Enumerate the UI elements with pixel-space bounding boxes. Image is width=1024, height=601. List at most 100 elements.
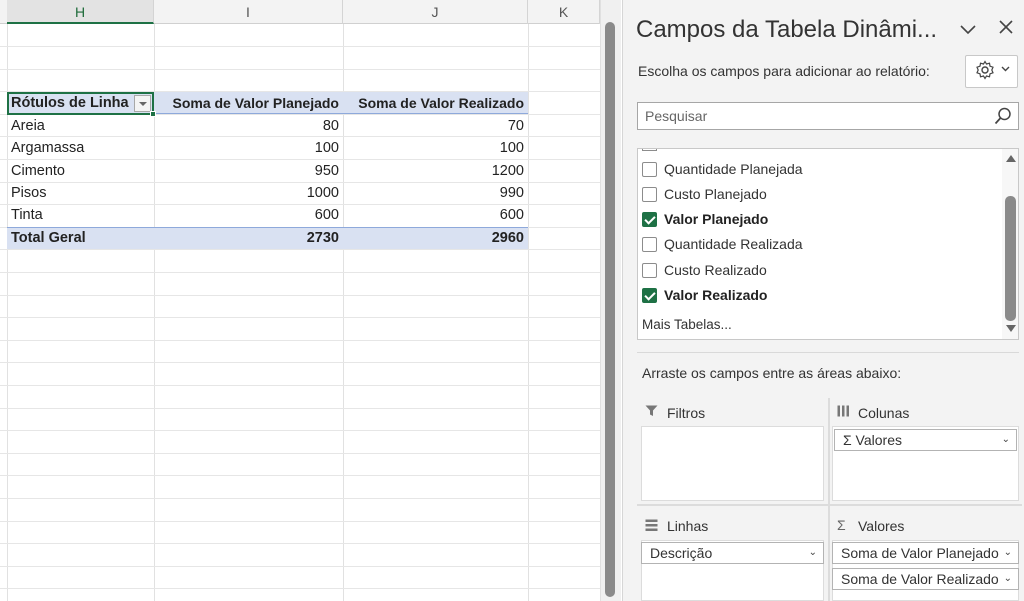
field-checkbox[interactable] [642, 162, 657, 177]
pivot-cell-planejado[interactable]: 100 [154, 137, 343, 159]
pill-label: Soma de Valor Planejado [841, 545, 999, 561]
search-icon[interactable] [994, 107, 1012, 125]
sigma-icon: Σ [837, 517, 846, 533]
field-checkbox-checked[interactable] [642, 212, 657, 227]
pivot-fields-pane: Campos da Tabela Dinâmi... Escolha os ca… [622, 0, 1024, 601]
filter-icon [645, 404, 658, 420]
pivot-cell-realizado[interactable]: 600 [343, 204, 528, 226]
grid-row-line [0, 69, 600, 70]
pivot-header-realizado[interactable]: Soma de Valor Realizado [343, 92, 528, 114]
grid-row-line [0, 249, 600, 250]
pivot-total-label[interactable]: Total Geral [7, 227, 154, 249]
drag-hint-text: Arraste os campos entre as áreas abaixo: [642, 365, 902, 381]
chevron-down-icon[interactable]: ⌄ [1004, 569, 1012, 589]
gear-icon [975, 60, 995, 86]
chevron-down-icon[interactable] [957, 18, 979, 40]
chevron-down-icon[interactable]: ⌄ [809, 543, 817, 563]
grid-row-line [0, 566, 600, 567]
chevron-down-icon[interactable]: ⌄ [1002, 430, 1010, 450]
grid-row-line [0, 317, 600, 318]
pivot-cell-realizado[interactable]: 1200 [343, 160, 528, 182]
column-header-h[interactable]: H [7, 0, 154, 24]
values-pill-planejado[interactable]: Soma de Valor Planejado ⌄ [832, 542, 1019, 564]
pivot-cell-planejado[interactable]: 1000 [154, 182, 343, 204]
more-tables-link[interactable]: Mais Tabelas... [642, 317, 732, 332]
columns-icon [837, 404, 850, 420]
pivot-row-label[interactable]: Cimento [7, 160, 154, 182]
pane-separator [637, 352, 1019, 353]
grid-row-line [0, 453, 600, 454]
field-item-quantidade-realizada[interactable]: Quantidade Realizada [642, 233, 997, 257]
active-cell-selection [7, 92, 154, 115]
close-icon[interactable] [995, 17, 1017, 39]
pivot-cell-realizado[interactable]: 990 [343, 182, 528, 204]
grid-row-line [0, 475, 600, 476]
pivot-cell-realizado[interactable]: 100 [343, 137, 528, 159]
field-item-custo-realizado[interactable]: Custo Realizado [642, 259, 997, 283]
pivot-row-label[interactable]: Areia [7, 115, 154, 137]
columns-pill-valores[interactable]: Σ Valores ⌄ [834, 429, 1017, 451]
grid-row-line [0, 340, 600, 341]
grid-row-line [0, 385, 600, 386]
spreadsheet-grid[interactable]: H I J K Rótulos de Linha Soma de Valor P… [0, 0, 600, 601]
field-checkbox[interactable] [642, 237, 657, 252]
pivot-header-planejado[interactable]: Soma de Valor Planejado [154, 92, 343, 114]
pivot-row-label[interactable]: Pisos [7, 182, 154, 204]
field-item-valor-realizado[interactable]: Valor Realizado [642, 284, 997, 308]
field-item-valor-planejado[interactable]: Valor Planejado [642, 208, 997, 232]
field-label: Valor Planejado [664, 211, 769, 227]
field-checkbox-checked[interactable] [642, 288, 657, 303]
column-header-j[interactable]: J [343, 0, 528, 24]
area-vertical-splitter [828, 398, 830, 601]
field-list-scrollbar[interactable] [1002, 149, 1018, 339]
scroll-up-icon[interactable] [1006, 155, 1016, 162]
column-header-k[interactable]: K [528, 0, 600, 24]
field-checkbox[interactable] [642, 187, 657, 202]
filters-drop-area[interactable] [641, 426, 824, 501]
chevron-down-icon [1001, 63, 1010, 75]
pill-label: Σ Valores [843, 432, 902, 448]
grid-row-line [0, 543, 600, 544]
pivot-cell-planejado[interactable]: 80 [154, 115, 343, 137]
field-checkbox[interactable] [642, 263, 657, 278]
field-list[interactable]: Quantidade Planejada Custo Planejado Val… [637, 148, 1019, 340]
values-pill-realizado[interactable]: Soma de Valor Realizado ⌄ [832, 568, 1019, 590]
column-header-i[interactable]: I [154, 0, 343, 24]
field-search-box[interactable] [637, 102, 1019, 130]
search-input[interactable] [638, 103, 983, 129]
rows-icon [645, 518, 658, 534]
pivot-total-realizado[interactable]: 2960 [343, 227, 528, 249]
grid-row-line [0, 46, 600, 47]
filters-area-title: Filtros [667, 405, 706, 421]
grid-row-line [0, 498, 600, 499]
pivot-row-label[interactable]: Argamassa [7, 137, 154, 159]
grid-row-line [0, 430, 600, 431]
pane-subtitle: Escolha os campos para adicionar ao rela… [638, 63, 930, 79]
pane-title: Campos da Tabela Dinâmi... [636, 16, 938, 43]
columns-area-title: Colunas [858, 405, 910, 421]
grid-row-line [0, 362, 600, 363]
field-item-custo-planejado[interactable]: Custo Planejado [642, 183, 997, 207]
field-label: Quantidade Planejada [664, 161, 803, 177]
grid-row-line [0, 272, 600, 273]
pivot-cell-planejado[interactable]: 950 [154, 160, 343, 182]
pivot-cell-planejado[interactable]: 600 [154, 204, 343, 226]
sheet-scroll-thumb[interactable] [605, 22, 615, 597]
field-label: Custo Planejado [664, 186, 767, 202]
field-label: Quantidade Realizada [664, 236, 803, 252]
pivot-total-planejado[interactable]: 2730 [154, 227, 343, 249]
pivot-row-label[interactable]: Tinta [7, 204, 154, 226]
field-settings-button[interactable] [965, 55, 1018, 88]
pivot-cell-realizado[interactable]: 70 [343, 115, 528, 137]
pill-label: Soma de Valor Realizado [841, 571, 999, 587]
chevron-down-icon[interactable]: ⌄ [1004, 543, 1012, 563]
field-list-scroll-thumb[interactable] [1005, 196, 1016, 321]
scroll-down-icon[interactable] [1006, 325, 1016, 332]
field-label: Valor Realizado [664, 287, 768, 303]
column-headers: H I J K [0, 0, 600, 24]
rows-pill-descricao[interactable]: Descrição ⌄ [641, 542, 824, 564]
grid-row-line [0, 408, 600, 409]
field-label: Custo Realizado [664, 262, 767, 278]
field-item-quantidade-planejada[interactable]: Quantidade Planejada [642, 158, 997, 182]
grid-row-line [0, 588, 600, 589]
